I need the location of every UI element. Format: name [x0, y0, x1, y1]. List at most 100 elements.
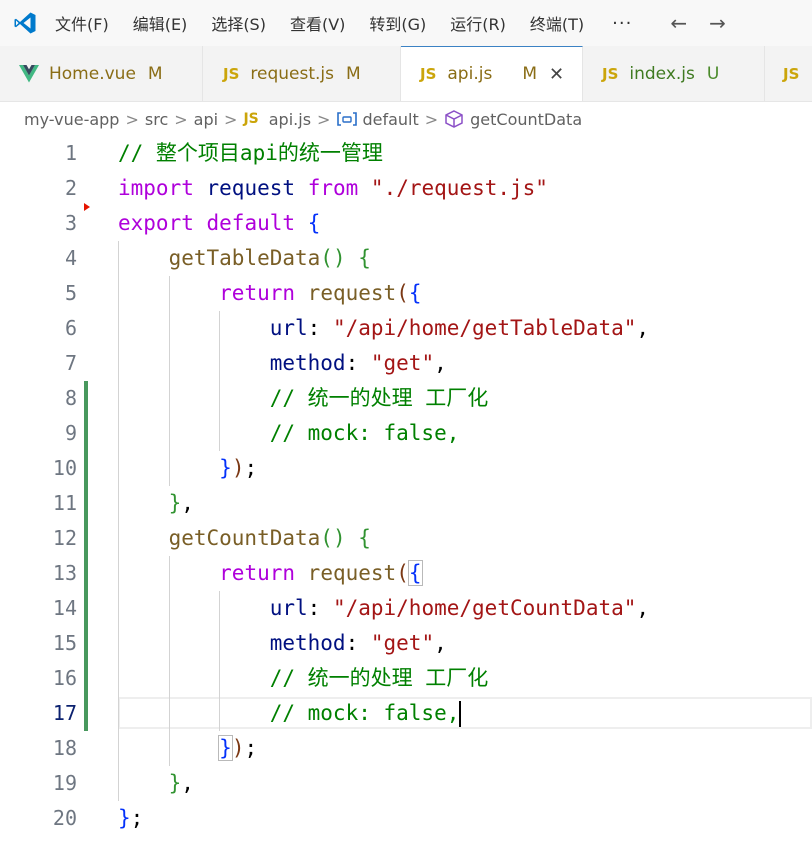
code-line[interactable]: });: [118, 451, 257, 486]
back-arrow-icon[interactable]: ←: [670, 11, 687, 35]
js-file-icon: JS: [243, 111, 259, 127]
line-number: 17: [52, 701, 77, 725]
token-b2: }: [168, 771, 182, 795]
code-line[interactable]: method: "get",: [118, 626, 447, 661]
token-text: :: [345, 351, 371, 375]
token-b3: (: [396, 281, 409, 305]
code-line[interactable]: method: "get",: [118, 346, 447, 381]
editor-tab-bar: Home.vue M JS request.js M JS api.js M ✕…: [0, 46, 812, 102]
token-var: request: [206, 176, 296, 200]
menu-view[interactable]: 查看(V): [290, 11, 345, 35]
code-line[interactable]: getTableData() {: [118, 241, 371, 276]
token-str: "./request.js": [370, 176, 548, 200]
code-editor[interactable]: 1 2 3 4 5 6 7 8 9 10 11 12 13 14 15 16 17 18 19 20 // 整个项目a…: [0, 136, 812, 845]
code-line[interactable]: // 统一的处理 工厂化: [118, 381, 489, 416]
menu-edit[interactable]: 编辑(E): [133, 11, 188, 35]
token-str: "get": [370, 631, 435, 655]
token-cm: // 统一的处理 工厂化: [269, 666, 489, 690]
breadcrumb-item-default[interactable]: default: [362, 110, 418, 129]
code-line[interactable]: // mock: false,: [118, 416, 460, 451]
code-line[interactable]: getCountData() {: [118, 521, 371, 556]
chevron-right-icon: >: [224, 109, 238, 129]
code-line[interactable]: url: "/api/home/getTableData",: [118, 311, 649, 346]
line-number: 19: [52, 771, 77, 795]
chevron-right-icon: >: [424, 109, 439, 129]
code-line[interactable]: });: [118, 731, 257, 766]
code-line[interactable]: // 整个项目api的统一管理: [118, 136, 383, 171]
line-number: 10: [52, 456, 77, 480]
token-b1: {: [307, 211, 321, 235]
menu-more-icon[interactable]: ···: [612, 13, 632, 34]
code-line[interactable]: },: [118, 766, 194, 801]
breadcrumb-item-file[interactable]: api.js: [269, 110, 311, 129]
code-line[interactable]: },: [118, 486, 194, 521]
line-number: 12: [52, 526, 77, 550]
token-b1: }: [219, 456, 232, 480]
tab-home-vue[interactable]: Home.vue M: [0, 46, 203, 101]
menu-selection[interactable]: 选择(S): [211, 11, 266, 35]
vue-icon: [19, 64, 39, 82]
breadcrumb-item-src[interactable]: src: [145, 110, 168, 129]
title-bar: 文件(F) 编辑(E) 选择(S) 查看(V) 转到(G) 运行(R) 终端(T…: [0, 0, 812, 46]
line-number: 8: [64, 386, 77, 410]
token-fn: getTableData: [168, 246, 321, 270]
token-prop: url: [269, 316, 308, 340]
code-line[interactable]: import request from "./request.js": [118, 171, 548, 206]
modified-lines-indicator: [84, 381, 88, 731]
breadcrumb-item-project[interactable]: my-vue-app: [24, 110, 119, 129]
chevron-right-icon: >: [174, 109, 188, 129]
code-line[interactable]: export default {: [118, 206, 320, 241]
tab-api-js[interactable]: JS api.js M ✕: [401, 46, 583, 101]
token-str: "get": [370, 351, 435, 375]
token-text: ;: [244, 736, 258, 760]
code-line[interactable]: // 统一的处理 工厂化: [118, 661, 489, 696]
token-b2: {: [358, 526, 371, 550]
chevron-right-icon: >: [125, 109, 139, 129]
menu-run[interactable]: 运行(R): [450, 11, 506, 35]
folding-error-marker-icon: [84, 203, 90, 211]
line-number: 6: [64, 316, 77, 340]
menu-terminal[interactable]: 终端(T): [530, 11, 584, 35]
token-b1: }: [118, 806, 131, 830]
code-line[interactable]: return request({: [118, 556, 423, 591]
tab-request-js[interactable]: JS request.js M: [203, 46, 401, 101]
token-text: ,: [181, 771, 194, 795]
token-text: :: [307, 596, 333, 620]
forward-arrow-icon[interactable]: →: [709, 11, 726, 35]
token-prop: method: [269, 631, 346, 655]
code-line[interactable]: url: "/api/home/getCountData",: [118, 591, 649, 626]
token-b3: (: [396, 561, 409, 585]
text-cursor: [459, 701, 462, 727]
menu-go[interactable]: 转到(G): [369, 11, 426, 35]
token-text: :: [345, 631, 371, 655]
menu-file[interactable]: 文件(F): [55, 11, 109, 35]
code-line[interactable]: // mock: false,: [118, 696, 462, 731]
method-cube-icon: [445, 110, 463, 128]
tab-label: index.js: [629, 63, 695, 84]
code-line[interactable]: };: [118, 801, 143, 836]
line-number: 15: [52, 631, 77, 655]
code-line[interactable]: return request({: [118, 276, 421, 311]
tab-overflow[interactable]: JS: [765, 46, 812, 101]
close-icon[interactable]: ✕: [549, 64, 564, 85]
line-number: 3: [64, 211, 77, 235]
tab-index-js[interactable]: JS index.js U: [583, 46, 765, 101]
token-fn: request: [307, 281, 397, 305]
modified-badge: M: [522, 64, 537, 84]
breadcrumb-item-api[interactable]: api: [194, 110, 218, 129]
breadcrumb-item-method[interactable]: getCountData: [470, 110, 582, 129]
